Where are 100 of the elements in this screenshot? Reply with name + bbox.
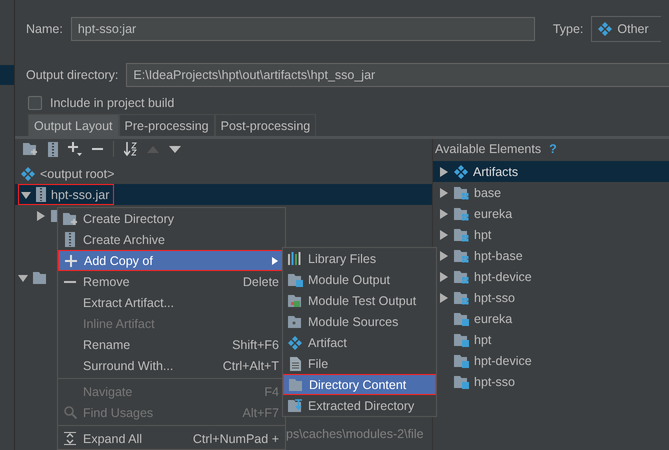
element-row[interactable]: hpt-base	[433, 245, 669, 266]
tree-label: hpt-sso.jar	[51, 188, 110, 202]
folder-icon	[33, 270, 48, 284]
archive-icon	[48, 142, 58, 156]
menu-item[interactable]: Directory Content	[283, 374, 436, 395]
menu-item[interactable]: Remove Delete	[58, 271, 285, 292]
element-label: Artifacts	[473, 164, 518, 178]
element-row[interactable]: hpt	[433, 329, 669, 350]
menu-item[interactable]: Surround With... Ctrl+Alt+T	[58, 355, 285, 376]
element-row[interactable]: hpt	[433, 224, 669, 245]
element-row[interactable]: eureka	[433, 203, 669, 224]
expand-arrow-icon[interactable]	[36, 210, 46, 220]
module-folder-icon	[454, 248, 469, 262]
element-row[interactable]: hpt-sso	[433, 371, 669, 392]
element-label: hpt	[474, 228, 492, 242]
element-row[interactable]: Artifacts	[433, 161, 669, 182]
help-link[interactable]: ?	[549, 142, 557, 156]
element-row[interactable]: hpt-device	[433, 266, 669, 287]
tab[interactable]: Pre-processing	[118, 114, 215, 136]
menu-item[interactable]: Module Sources	[283, 311, 436, 332]
menu-item[interactable]: Artifact	[283, 332, 436, 353]
minus-icon	[64, 280, 76, 282]
path-text: ps\caches\modules-2\file	[286, 427, 424, 441]
expand-arrow-icon[interactable]	[439, 292, 449, 302]
type-label: Type:	[552, 22, 584, 36]
available-elements-title: Available Elements	[435, 142, 542, 156]
add-icon[interactable]	[68, 142, 82, 156]
sort-icon[interactable]	[124, 142, 137, 156]
menu-item[interactable]: Module Output	[283, 269, 436, 290]
menu-item[interactable]: Create Directory	[58, 208, 285, 229]
element-label: hpt-device	[474, 354, 532, 368]
type-dropdown[interactable]: Other	[591, 16, 662, 42]
output-folder-icon	[454, 332, 469, 346]
element-label: hpt-sso	[474, 374, 515, 388]
new-folder-icon	[62, 212, 78, 226]
menu-item[interactable]: Extracted Directory	[283, 395, 436, 416]
expand-arrow-icon[interactable]	[439, 230, 449, 240]
expand-arrow-icon[interactable]	[439, 188, 449, 198]
element-label: eureka	[474, 206, 512, 220]
expand-arrow-icon[interactable]	[439, 166, 449, 176]
artifact-icon	[454, 164, 468, 178]
expand-arrow-icon[interactable]	[439, 208, 449, 218]
folder-icon	[288, 314, 302, 328]
element-label: hpt	[474, 332, 492, 346]
name-field[interactable]: hpt-sso:jar	[70, 17, 535, 41]
checkbox-label: Include in project build	[50, 96, 174, 110]
name-label: Name:	[26, 22, 63, 36]
tree-row[interactable]: <output root>	[15, 163, 432, 184]
tree-row[interactable]: hpt-sso.jar	[15, 184, 432, 205]
new-folder-icon	[23, 142, 38, 156]
library-icon	[288, 252, 302, 265]
output-directory-field[interactable]: E:\IdeaProjects\hpt\out\artifacts\hpt_sso_jar	[126, 63, 669, 87]
test-output-icon	[288, 294, 302, 308]
element-label: hpt-device	[474, 270, 532, 284]
move-down-icon[interactable]	[169, 146, 181, 152]
expand-arrow-icon[interactable]	[439, 250, 449, 260]
tree-label: <output root>	[40, 166, 114, 180]
menu-item[interactable]: Module Test Output	[283, 290, 436, 311]
expand-all-icon	[64, 432, 76, 445]
menu-item[interactable]: File	[283, 353, 436, 374]
output-folder-icon	[454, 354, 469, 368]
module-folder-icon	[454, 186, 469, 200]
folder-icon	[288, 378, 304, 392]
artifact-icon	[21, 166, 35, 180]
menu-item[interactable]: Add Copy of	[58, 250, 285, 271]
element-row[interactable]: eureka	[433, 308, 669, 329]
checkbox[interactable]	[28, 96, 42, 110]
module-output-icon	[288, 272, 302, 286]
menu-item[interactable]: Library Files	[283, 248, 436, 269]
tab[interactable]: Output Layout	[28, 114, 119, 136]
collapse-arrow-icon[interactable]	[18, 272, 28, 282]
output-folder-icon	[454, 312, 469, 326]
output-folder-icon	[454, 374, 469, 388]
element-row[interactable]: hpt-device	[433, 350, 669, 371]
archive-icon	[36, 187, 46, 202]
menu-item[interactable]: Expand All Ctrl+NumPad +	[58, 428, 285, 449]
module-folder-icon	[454, 206, 469, 220]
menu-item[interactable]: Create Archive	[58, 229, 285, 250]
menu-item[interactable]: Extract Artifact...	[58, 292, 285, 313]
element-row[interactable]: hpt-sso	[433, 287, 669, 308]
extracted-folder-icon	[288, 398, 302, 412]
artifact-icon	[598, 22, 612, 36]
element-row[interactable]: base	[433, 182, 669, 203]
sidebar-selection	[0, 65, 14, 85]
element-label: hpt-sso	[474, 290, 515, 304]
search-icon	[64, 406, 76, 419]
plus-icon	[65, 254, 77, 266]
output-directory-label: Output directory:	[26, 68, 118, 82]
menu-item[interactable]: Rename Shift+F6	[58, 334, 285, 355]
module-folder-icon	[454, 228, 469, 242]
file-icon	[290, 356, 300, 370]
tab[interactable]: Post-processing	[214, 114, 316, 136]
collapse-arrow-icon[interactable]	[21, 190, 31, 200]
element-label: eureka	[474, 312, 512, 326]
element-label: hpt-base	[474, 248, 523, 262]
module-folder-icon	[454, 290, 469, 304]
expand-arrow-icon[interactable]	[439, 272, 449, 282]
module-folder-icon	[454, 270, 469, 284]
archive-icon	[65, 232, 75, 247]
artifact-icon	[288, 336, 302, 350]
